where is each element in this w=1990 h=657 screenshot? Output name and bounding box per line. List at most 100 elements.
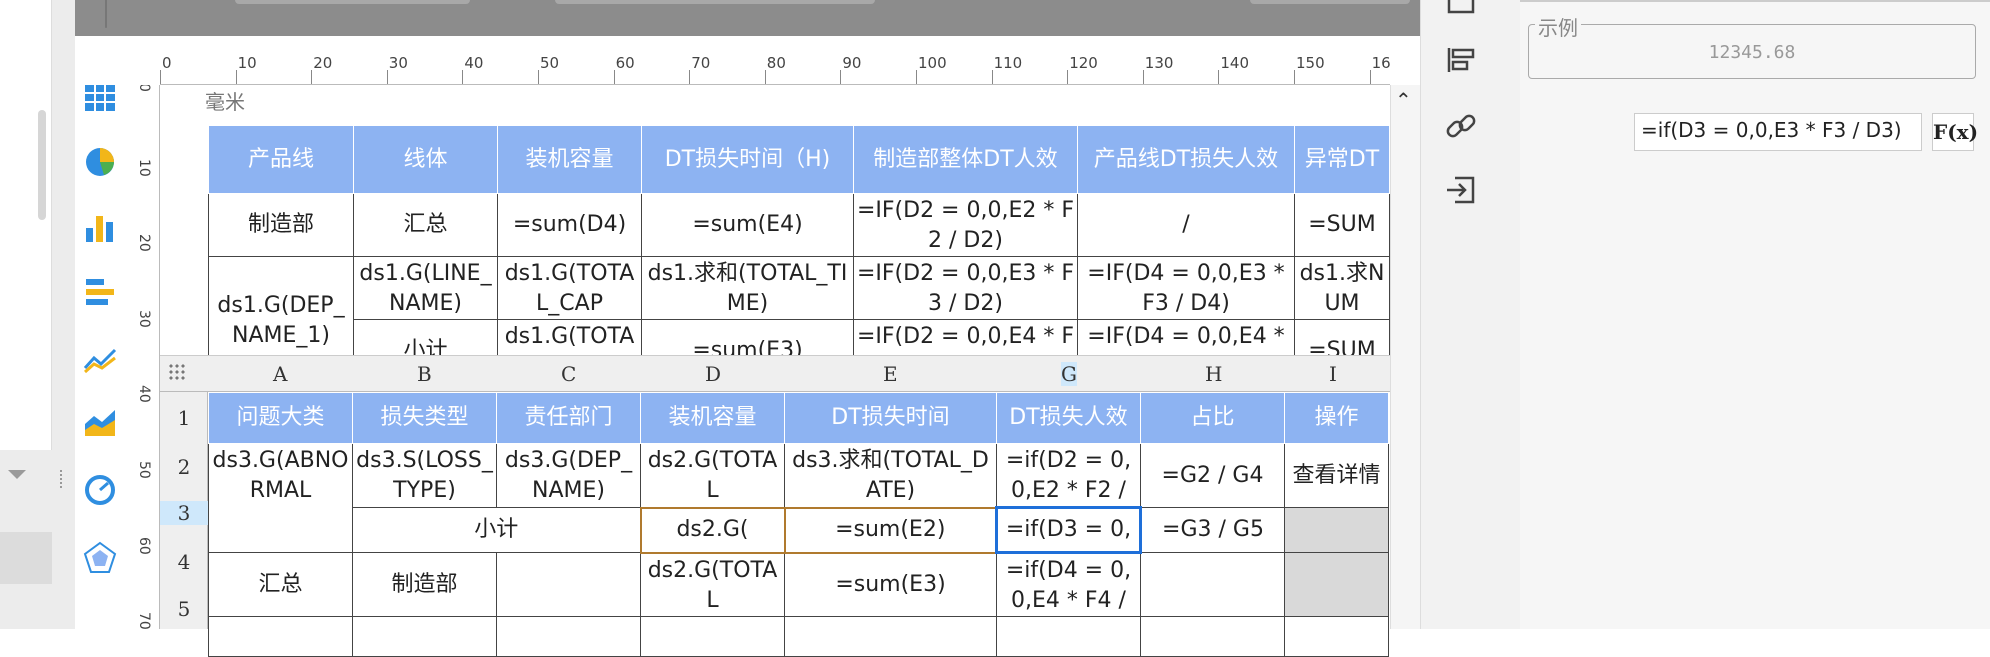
column-letter[interactable]: D <box>705 362 721 386</box>
formula-fx-button[interactable]: F(x) <box>1932 113 1978 151</box>
align-icon[interactable] <box>1441 40 1481 80</box>
select-all-grip-icon[interactable] <box>168 363 186 381</box>
column-letter[interactable]: B <box>417 362 432 386</box>
canvas-vertical-scrollbar[interactable] <box>1390 85 1420 629</box>
header-cell[interactable]: 产品线 <box>208 125 354 194</box>
table-cell[interactable]: =IF(D2 = 0,0,E3 * F3 / D2) <box>853 256 1078 320</box>
table-cell[interactable]: =sum(E3) <box>784 552 997 617</box>
table-cell[interactable]: ds2.G(TOTAL <box>640 443 785 508</box>
header-cell[interactable]: 责任部门 <box>496 392 641 444</box>
table-cell[interactable]: =if(D2 = 0,0,E2 * F2 / <box>996 443 1141 508</box>
header-cell[interactable]: 问题大类 <box>208 392 353 444</box>
column-letter[interactable]: H <box>1205 362 1222 386</box>
table-cell[interactable]: =sum(E4) <box>641 193 854 257</box>
table-cell[interactable] <box>1284 507 1389 553</box>
table-cell[interactable]: / <box>1077 193 1295 257</box>
table-cell[interactable]: ds3.求和(TOTAL_DATE) <box>784 443 997 508</box>
import-icon[interactable] <box>1441 170 1481 210</box>
pie-chart-icon[interactable] <box>82 144 118 180</box>
table-cell[interactable]: 小计 <box>352 507 641 553</box>
ruler-tick <box>840 70 842 84</box>
header-cell[interactable]: 占比 <box>1140 392 1285 444</box>
table-cell[interactable] <box>208 616 353 657</box>
column-letter[interactable]: I <box>1329 362 1337 386</box>
table-cell[interactable] <box>1284 552 1389 617</box>
row-number[interactable]: 3 <box>160 500 208 525</box>
table-cell[interactable]: =IF(D4 = 0,0,E3 * F3 / D4) <box>1077 256 1295 320</box>
header-cell[interactable]: 线体 <box>353 125 498 194</box>
table-cell[interactable]: 汇总 <box>353 193 498 257</box>
table-cell[interactable]: =sum(D4) <box>497 193 642 257</box>
table-cell[interactable]: =G3 / G5 <box>1140 507 1285 553</box>
header-cell[interactable]: DT损失时间（H) <box>641 125 854 194</box>
table-cell[interactable]: ds2.G( <box>639 506 786 554</box>
table-cell[interactable] <box>1140 616 1285 657</box>
table-cell[interactable] <box>496 616 641 657</box>
ruler-left-label: 10 <box>136 158 152 177</box>
header-cell[interactable]: 产品线DT损失人效 <box>1077 125 1295 194</box>
table-cell[interactable]: ds1.G(LINE_NAME) <box>353 256 498 320</box>
table-cell[interactable]: =sum(E2) <box>783 506 998 554</box>
header-cell[interactable]: DT损失时间 <box>784 392 997 444</box>
column-letter[interactable]: A <box>273 362 287 386</box>
row-number[interactable]: 2 <box>160 455 208 479</box>
toolbar-field[interactable] <box>555 0 875 4</box>
header-cell[interactable]: 装机容量 <box>497 125 642 194</box>
column-letter[interactable]: E <box>883 362 898 386</box>
table-cell[interactable]: ds3.G(DEP_NAME) <box>496 443 641 508</box>
table-cell[interactable]: 制造部 <box>352 552 497 617</box>
table-icon[interactable] <box>82 80 118 116</box>
table-cell[interactable] <box>496 552 641 617</box>
ruler-top-label: 10 <box>237 54 257 72</box>
table-cell[interactable]: ds3.G(ABNORMAL <box>208 443 353 553</box>
view-details-cell[interactable]: 查看详情 <box>1284 443 1389 508</box>
left-selected-item[interactable] <box>0 532 52 584</box>
scroll-up-chevron-icon[interactable]: ⌃ <box>1395 88 1412 112</box>
header-cell[interactable]: 制造部整体DT人效 <box>853 125 1078 194</box>
table-cell[interactable] <box>784 616 997 657</box>
selected-cell[interactable]: =if(D3 = 0, <box>995 506 1142 554</box>
table-cell[interactable] <box>996 616 1141 657</box>
radar-chart-icon[interactable] <box>82 540 118 576</box>
formula-input[interactable]: =if(D3 = 0,0,E3 * F3 / D3) <box>1634 113 1922 151</box>
table-cell[interactable]: ds2.G(TOTAL <box>640 552 785 617</box>
row-number[interactable]: 1 <box>160 406 208 430</box>
column-letter[interactable]: C <box>561 362 576 386</box>
table-cell[interactable] <box>1284 616 1389 657</box>
table-cell[interactable] <box>640 616 785 657</box>
header-cell[interactable]: 异常DT <box>1294 125 1390 194</box>
bar-chart-icon[interactable] <box>82 210 118 246</box>
ruler-tick <box>764 70 766 84</box>
row-number[interactable]: 4 <box>160 550 208 574</box>
table-cell[interactable] <box>352 616 497 657</box>
toolbar-field[interactable] <box>235 0 470 4</box>
table-cell[interactable]: ds3.S(LOSS_TYPE) <box>352 443 497 508</box>
row-number[interactable]: 5 <box>160 597 208 621</box>
horizontal-bar-icon[interactable] <box>82 274 118 310</box>
column-letter[interactable]: G <box>1061 362 1077 386</box>
table-cell[interactable]: =IF(D2 = 0,0,E2 * F2 / D2) <box>853 193 1078 257</box>
table-cell[interactable]: ds1.G(TOTAL_CAP <box>497 256 642 320</box>
line-chart-icon[interactable] <box>82 342 118 378</box>
collapse-triangle-icon[interactable] <box>8 470 26 479</box>
ruler-tick <box>1294 70 1295 84</box>
table-cell[interactable]: ds1.求和(TOTAL_TIME) <box>641 256 854 320</box>
header-cell[interactable]: 装机容量 <box>640 392 785 444</box>
header-cell[interactable]: 损失类型 <box>352 392 497 444</box>
toolbar-button[interactable] <box>1250 0 1410 4</box>
table-cell[interactable]: =SUM <box>1294 193 1390 257</box>
left-scrollbar-thumb[interactable] <box>38 110 46 220</box>
area-chart-icon[interactable] <box>82 404 118 440</box>
table-cell[interactable]: =if(D4 = 0,0,E4 * F4 / <box>996 552 1141 617</box>
link-icon[interactable] <box>1441 106 1481 146</box>
header-cell[interactable]: DT损失人效 <box>996 392 1141 444</box>
header-cell[interactable]: 操作 <box>1284 392 1389 444</box>
table-cell[interactable]: ds1.求NUM <box>1294 256 1390 320</box>
table-cell[interactable]: =G2 / G4 <box>1140 443 1285 508</box>
form-icon[interactable] <box>1441 0 1481 20</box>
table-cell[interactable]: 制造部 <box>208 193 354 257</box>
table-cell[interactable] <box>1140 552 1285 617</box>
gauge-icon[interactable] <box>82 472 118 508</box>
resize-handle-icon[interactable] <box>60 470 64 488</box>
table-cell[interactable]: 汇总 <box>208 552 353 617</box>
